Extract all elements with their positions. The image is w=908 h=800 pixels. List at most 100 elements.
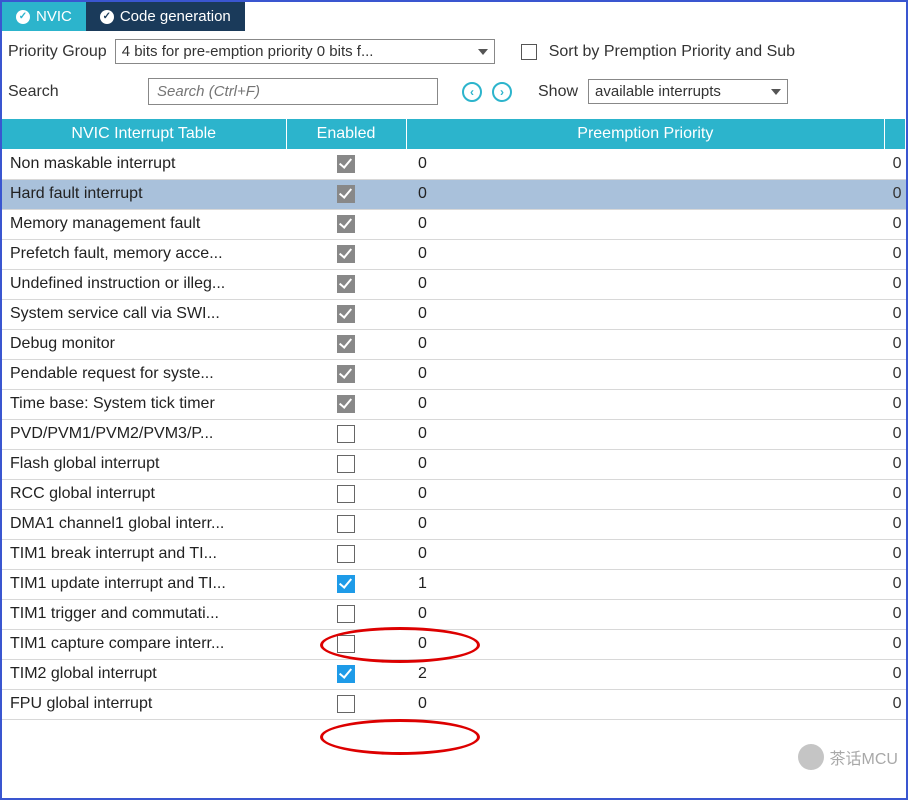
enabled-cell [286, 689, 406, 719]
sub-priority[interactable]: 0 [885, 209, 906, 239]
sub-priority[interactable]: 0 [885, 329, 906, 359]
preemption-priority[interactable]: 2 [406, 659, 885, 689]
table-row[interactable]: Memory management fault00 [2, 209, 906, 239]
table-row[interactable]: Flash global interrupt 00 [2, 449, 906, 479]
header-name[interactable]: NVIC Interrupt Table [2, 119, 286, 149]
sub-priority[interactable]: 0 [885, 269, 906, 299]
table-row[interactable]: Time base: System tick timer 00 [2, 389, 906, 419]
sub-priority[interactable]: 0 [885, 359, 906, 389]
preemption-priority[interactable]: 0 [406, 239, 885, 269]
preemption-priority[interactable]: 0 [406, 329, 885, 359]
search-label: Search [8, 83, 138, 101]
sub-priority[interactable]: 0 [885, 389, 906, 419]
enabled-cell [286, 569, 406, 599]
enabled-checkbox[interactable] [337, 545, 355, 563]
enabled-cell [286, 299, 406, 329]
table-row[interactable]: Pendable request for syste... 00 [2, 359, 906, 389]
enabled-cell [286, 209, 406, 239]
table-row[interactable]: TIM1 update interrupt and TI... 10 [2, 569, 906, 599]
sub-priority[interactable]: 0 [885, 419, 906, 449]
interrupt-name: TIM1 break interrupt and TI... [2, 539, 286, 569]
search-next-icon[interactable]: › [492, 82, 512, 102]
preemption-priority[interactable]: 0 [406, 689, 885, 719]
table-row[interactable]: Undefined instruction or illeg...00 [2, 269, 906, 299]
header-enabled[interactable]: Enabled [286, 119, 406, 149]
preemption-priority[interactable]: 0 [406, 539, 885, 569]
preemption-priority[interactable]: 0 [406, 389, 885, 419]
enabled-checkbox[interactable] [337, 455, 355, 473]
preemption-priority[interactable]: 1 [406, 569, 885, 599]
preemption-priority[interactable]: 0 [406, 419, 885, 449]
table-row[interactable]: FPU global interrupt00 [2, 689, 906, 719]
preemption-priority[interactable]: 0 [406, 629, 885, 659]
table-row[interactable]: TIM1 break interrupt and TI... 00 [2, 539, 906, 569]
preemption-priority[interactable]: 0 [406, 479, 885, 509]
sub-priority[interactable]: 0 [885, 659, 906, 689]
sub-priority[interactable]: 0 [885, 449, 906, 479]
sub-priority[interactable]: 0 [885, 239, 906, 269]
sub-priority[interactable]: 0 [885, 629, 906, 659]
preemption-priority[interactable]: 0 [406, 599, 885, 629]
preemption-priority[interactable]: 0 [406, 149, 885, 179]
preemption-priority[interactable]: 0 [406, 449, 885, 479]
enabled-checkbox[interactable] [337, 515, 355, 533]
interrupt-name: TIM1 update interrupt and TI... [2, 569, 286, 599]
enabled-checkbox [337, 335, 355, 353]
enabled-checkbox[interactable] [337, 635, 355, 653]
enabled-checkbox[interactable] [337, 485, 355, 503]
interrupt-name: System service call via SWI... [2, 299, 286, 329]
interrupt-name: Pendable request for syste... [2, 359, 286, 389]
tab-nvic[interactable]: ✓ NVIC [2, 2, 86, 31]
enabled-checkbox[interactable] [337, 575, 355, 593]
enabled-checkbox[interactable] [337, 425, 355, 443]
table-row[interactable]: Hard fault interrupt00 [2, 179, 906, 209]
enabled-checkbox [337, 365, 355, 383]
search-prev-icon[interactable]: ‹ [462, 82, 482, 102]
enabled-checkbox[interactable] [337, 665, 355, 683]
table-row[interactable]: RCC global interrupt00 [2, 479, 906, 509]
interrupt-name: Time base: System tick timer [2, 389, 286, 419]
table-row[interactable]: DMA1 channel1 global interr...00 [2, 509, 906, 539]
interrupt-name: TIM1 capture compare interr... [2, 629, 286, 659]
watermark-icon [798, 744, 824, 770]
enabled-checkbox [337, 275, 355, 293]
header-sub[interactable] [885, 119, 906, 149]
preemption-priority[interactable]: 0 [406, 269, 885, 299]
sub-priority[interactable]: 0 [885, 599, 906, 629]
sub-priority[interactable]: 0 [885, 689, 906, 719]
show-label: Show [538, 83, 578, 101]
preemption-priority[interactable]: 0 [406, 299, 885, 329]
table-row[interactable]: System service call via SWI... 00 [2, 299, 906, 329]
sub-priority[interactable]: 0 [885, 569, 906, 599]
table-row[interactable]: Prefetch fault, memory acce...00 [2, 239, 906, 269]
show-select[interactable]: available interrupts [588, 79, 788, 104]
table-row[interactable]: TIM1 trigger and commutati... 00 [2, 599, 906, 629]
preemption-priority[interactable]: 0 [406, 209, 885, 239]
priority-group-select[interactable]: 4 bits for pre-emption priority 0 bits f… [115, 39, 495, 64]
preemption-priority[interactable]: 0 [406, 509, 885, 539]
sub-priority[interactable]: 0 [885, 179, 906, 209]
sub-priority[interactable]: 0 [885, 149, 906, 179]
sub-priority[interactable]: 0 [885, 539, 906, 569]
table-row[interactable]: Debug monitor00 [2, 329, 906, 359]
sort-checkbox[interactable] [521, 44, 537, 60]
preemption-priority[interactable]: 0 [406, 359, 885, 389]
sub-priority[interactable]: 0 [885, 299, 906, 329]
table-row[interactable]: TIM2 global interrupt20 [2, 659, 906, 689]
enabled-checkbox[interactable] [337, 605, 355, 623]
preemption-priority[interactable]: 0 [406, 179, 885, 209]
sub-priority[interactable]: 0 [885, 509, 906, 539]
enabled-cell [286, 599, 406, 629]
enabled-checkbox[interactable] [337, 695, 355, 713]
search-input[interactable] [148, 78, 438, 105]
table-row[interactable]: PVD/PVM1/PVM2/PVM3/P...00 [2, 419, 906, 449]
interrupt-name: TIM1 trigger and commutati... [2, 599, 286, 629]
interrupt-name: Flash global interrupt [2, 449, 286, 479]
header-preemption[interactable]: Preemption Priority [406, 119, 885, 149]
table-row[interactable]: Non maskable interrupt00 [2, 149, 906, 179]
sub-priority[interactable]: 0 [885, 479, 906, 509]
table-row[interactable]: TIM1 capture compare interr... 00 [2, 629, 906, 659]
enabled-cell [286, 509, 406, 539]
check-circle-icon: ✓ [16, 10, 30, 24]
tab-codegen[interactable]: ✓ Code generation [86, 2, 245, 31]
